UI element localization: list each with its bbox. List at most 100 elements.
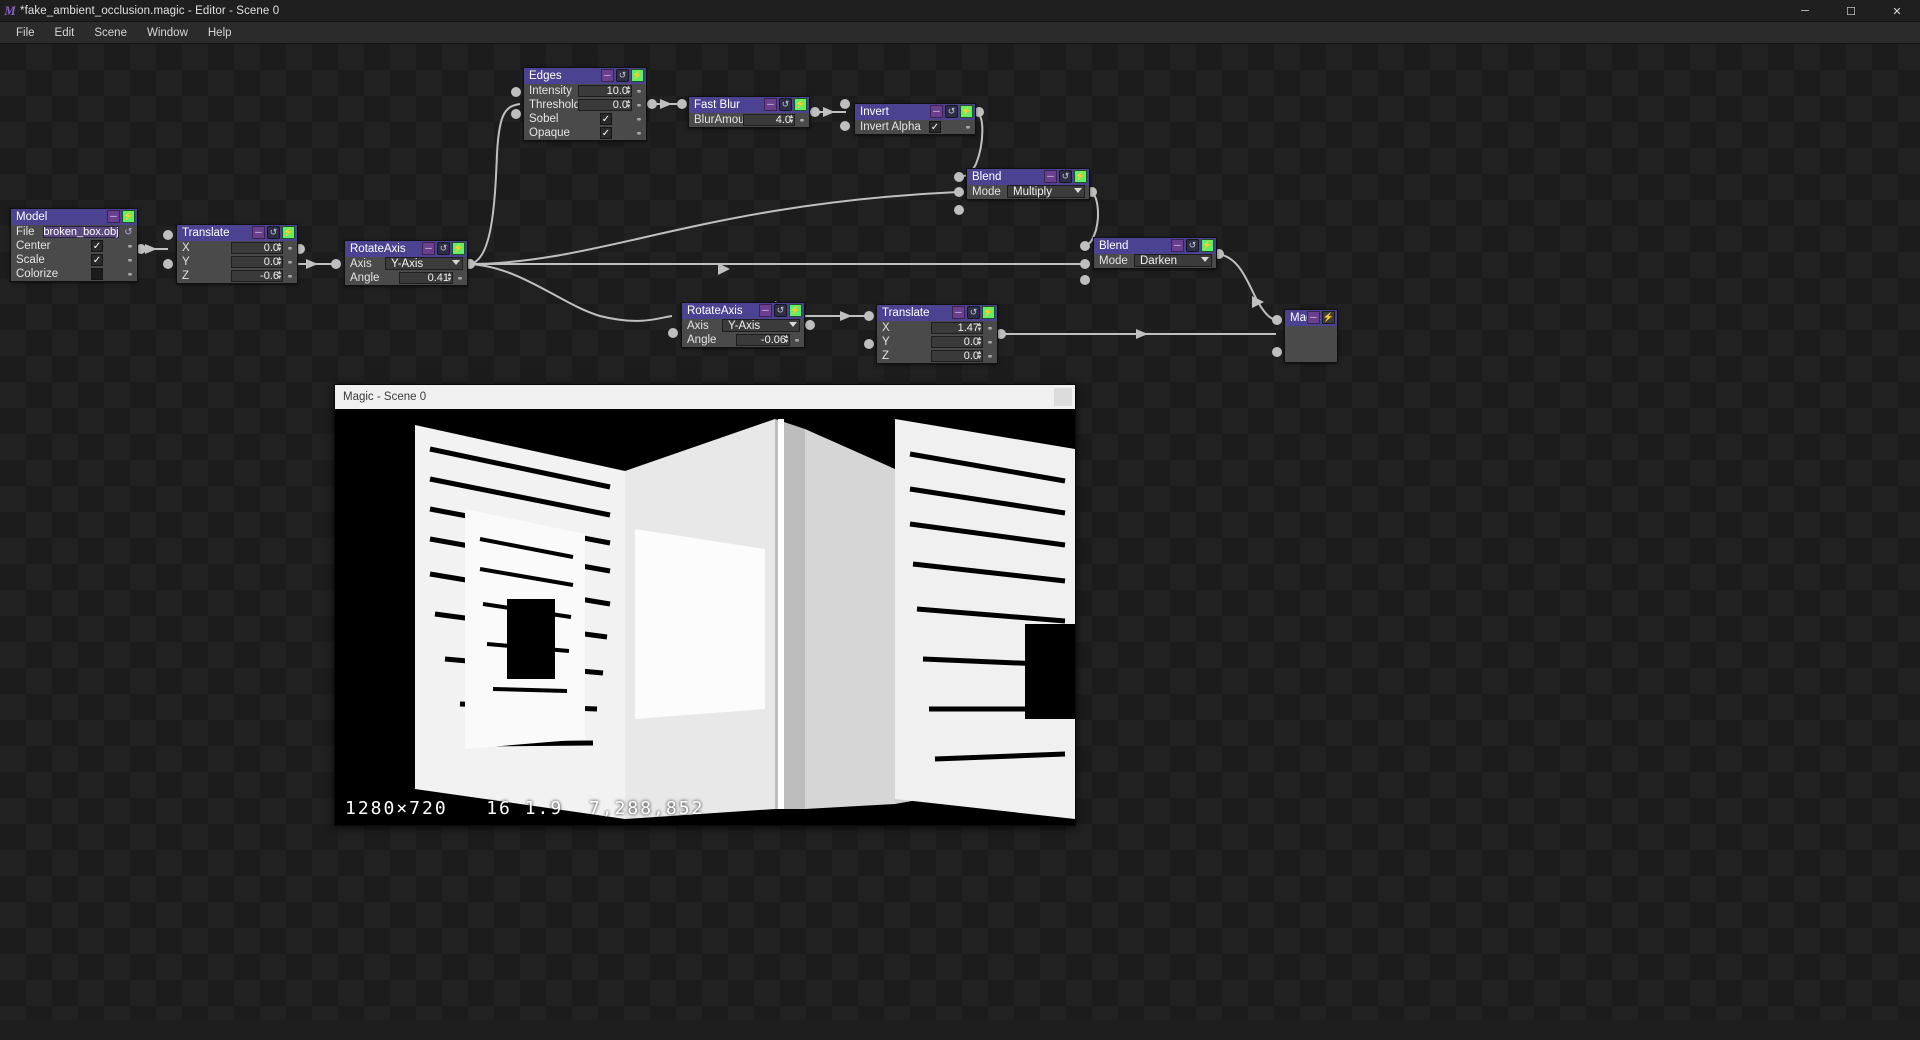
dropdown-select[interactable]: Darken (1134, 254, 1212, 267)
stepper-icon[interactable]: ▲ ▼ (275, 241, 284, 255)
stepper-icon[interactable]: ▲ ▼ (975, 321, 984, 335)
link-icon[interactable]: ⚭ (125, 269, 135, 279)
node-refresh-icon[interactable]: ↺ (967, 306, 980, 319)
node-enable-icon[interactable]: ⚡ (982, 306, 995, 319)
preview-window[interactable]: Magic - Scene 0 1280×720 16 1.9 7,288,85… (334, 384, 1076, 826)
checkbox[interactable]: ✓ (600, 113, 612, 125)
link-icon[interactable]: ⚭ (963, 122, 973, 132)
node-refresh-icon[interactable]: ↺ (1059, 170, 1072, 183)
stepper-icon[interactable]: ▲ ▼ (624, 98, 633, 112)
node-magic[interactable]: Magic ─ ⚡ (1284, 309, 1338, 363)
link-icon[interactable]: ⚭ (455, 273, 465, 283)
node-enable-icon[interactable]: ⚡ (1201, 239, 1214, 252)
node-header-magic[interactable]: Magic ─ ⚡ (1285, 310, 1337, 326)
node-enable-icon[interactable]: ⚡ (794, 98, 807, 111)
node-blend1[interactable]: Blend ─ ↺ ⚡ Mode Multiply (966, 168, 1090, 200)
link-icon[interactable]: ⚭ (985, 351, 995, 361)
node-collapse-icon[interactable]: ─ (1171, 239, 1184, 252)
checkbox[interactable]: ✓ (91, 240, 103, 252)
node-enable-icon[interactable]: ⚡ (789, 304, 802, 317)
node-enable-icon[interactable]: ⚡ (631, 69, 644, 82)
node-header-blend2[interactable]: Blend ─ ↺ ⚡ (1094, 238, 1216, 254)
node-enable-icon[interactable]: ⚡ (1074, 170, 1087, 183)
link-icon[interactable]: ⚭ (792, 335, 802, 345)
node-invert[interactable]: Invert ─ ↺ ⚡ Invert Alpha ✓ ⚭ (854, 103, 976, 135)
link-icon[interactable]: ⚭ (797, 115, 807, 125)
node-rotateaxis1[interactable]: RotateAxis ─ ↺ ⚡ Axis Y-Axis Angle 0.41 ▲ ▼ ⚭ (344, 240, 468, 286)
node-edges[interactable]: Edges ─ ↺ ⚡ Intensity 10.0 ▲ ▼ ⚭ Threshold 0.0 ▲ ▼ ⚭ S… (523, 67, 647, 141)
node-header-invert[interactable]: Invert ─ ↺ ⚡ (855, 104, 975, 120)
stepper-icon[interactable]: ▲ ▼ (975, 335, 984, 349)
stepper-icon[interactable]: ▲ ▼ (975, 349, 984, 363)
node-enable-icon[interactable]: ⚡ (452, 242, 465, 255)
link-icon[interactable]: ⚭ (634, 100, 644, 110)
checkbox[interactable] (91, 268, 103, 280)
menu-item-file[interactable]: File (6, 24, 45, 42)
node-collapse-icon[interactable]: ─ (422, 242, 435, 255)
node-collapse-icon[interactable]: ─ (1307, 311, 1320, 324)
node-model[interactable]: Model ─ ⚡ File broken_box.obj ↺ Center ✓ ⚭ Scale ✓… (10, 208, 138, 282)
node-refresh-icon[interactable]: ↺ (437, 242, 450, 255)
node-collapse-icon[interactable]: ─ (601, 69, 614, 82)
stepper-icon[interactable]: ▲ ▼ (782, 333, 791, 347)
node-header-translate2[interactable]: Translate ─ ↺ ⚡ (877, 305, 997, 321)
link-icon[interactable]: ⚭ (285, 243, 295, 253)
node-enable-icon[interactable]: ⚡ (1322, 311, 1335, 324)
node-collapse-icon[interactable]: ─ (107, 210, 120, 223)
dropdown-select[interactable]: Y-Axis (385, 257, 463, 270)
node-rotateaxis2[interactable]: RotateAxis ─ ↺ ⚡ Axis Y-Axis Angle -0.06 ▲ ▼ ⚭ (681, 302, 805, 348)
node-collapse-icon[interactable]: ─ (759, 304, 772, 317)
node-collapse-icon[interactable]: ─ (952, 306, 965, 319)
node-header-rotateaxis1[interactable]: RotateAxis ─ ↺ ⚡ (345, 241, 467, 257)
link-icon[interactable]: ⚭ (634, 114, 644, 124)
menu-item-window[interactable]: Window (137, 24, 198, 42)
menu-item-scene[interactable]: Scene (84, 24, 137, 42)
node-translate2[interactable]: Translate ─ ↺ ⚡ X 1.47 ▲ ▼ ⚭ Y 0.0 ▲ ▼ ⚭ Z 0.0 ▲ ▼ ⚭ (876, 304, 998, 364)
stepper-icon[interactable]: ▲ ▼ (787, 113, 796, 127)
stepper-icon[interactable]: ▲ ▼ (445, 271, 454, 285)
maximize-button[interactable]: ☐ (1828, 0, 1874, 22)
node-enable-icon[interactable]: ⚡ (282, 226, 295, 239)
node-refresh-icon[interactable]: ↺ (779, 98, 792, 111)
dropdown-select[interactable]: Y-Axis (722, 319, 800, 332)
node-collapse-icon[interactable]: ─ (1044, 170, 1057, 183)
node-header-translate1[interactable]: Translate ─ ↺ ⚡ (177, 225, 297, 241)
checkbox[interactable]: ✓ (91, 254, 103, 266)
minimize-button[interactable]: ─ (1782, 0, 1828, 22)
node-enable-icon[interactable]: ⚡ (122, 210, 135, 223)
node-header-fastblur[interactable]: Fast Blur ─ ↺ ⚡ (689, 97, 809, 113)
stepper-icon[interactable]: ▲ ▼ (275, 269, 284, 283)
preview-render-area[interactable]: 1280×720 16 1.9 7,288,852 (335, 409, 1075, 825)
node-fastblur[interactable]: Fast Blur ─ ↺ ⚡ BlurAmount 4.0 ▲ ▼ ⚭ (688, 96, 810, 128)
preview-close-button[interactable] (1054, 388, 1072, 406)
stepper-icon[interactable]: ▲ ▼ (624, 84, 633, 98)
chevron-down-icon[interactable] (789, 322, 797, 327)
node-collapse-icon[interactable]: ─ (930, 105, 943, 118)
chevron-down-icon[interactable] (452, 260, 460, 265)
node-collapse-icon[interactable]: ─ (252, 226, 265, 239)
node-refresh-icon[interactable]: ↺ (774, 304, 787, 317)
chevron-down-icon[interactable] (1074, 188, 1082, 193)
checkbox[interactable]: ✓ (600, 127, 612, 139)
stepper-icon[interactable]: ▲ ▼ (275, 255, 284, 269)
link-icon[interactable]: ⚭ (285, 271, 295, 281)
link-icon[interactable]: ⚭ (125, 255, 135, 265)
node-translate1[interactable]: Translate ─ ↺ ⚡ X 0.0 ▲ ▼ ⚭ Y 0.0 ▲ ▼ ⚭ Z -0.6 ▲ ▼ ⚭ (176, 224, 298, 284)
node-collapse-icon[interactable]: ─ (764, 98, 777, 111)
node-refresh-icon[interactable]: ↺ (945, 105, 958, 118)
node-header-edges[interactable]: Edges ─ ↺ ⚡ (524, 68, 646, 84)
menu-item-edit[interactable]: Edit (45, 24, 85, 42)
link-icon[interactable]: ⚭ (985, 337, 995, 347)
node-header-rotateaxis2[interactable]: RotateAxis ─ ↺ ⚡ (682, 303, 804, 319)
node-header-model[interactable]: Model ─ ⚡ (11, 209, 137, 225)
checkbox[interactable]: ✓ (929, 121, 941, 133)
node-refresh-icon[interactable]: ↺ (1186, 239, 1199, 252)
link-icon[interactable]: ⚭ (985, 323, 995, 333)
dropdown-select[interactable]: Multiply (1007, 185, 1085, 198)
file-path-field[interactable]: broken_box.obj (43, 226, 119, 238)
close-button[interactable]: ✕ (1874, 0, 1920, 22)
reload-icon[interactable]: ↺ (123, 226, 134, 238)
link-icon[interactable]: ⚭ (125, 241, 135, 251)
node-refresh-icon[interactable]: ↺ (616, 69, 629, 82)
link-icon[interactable]: ⚭ (634, 128, 644, 138)
